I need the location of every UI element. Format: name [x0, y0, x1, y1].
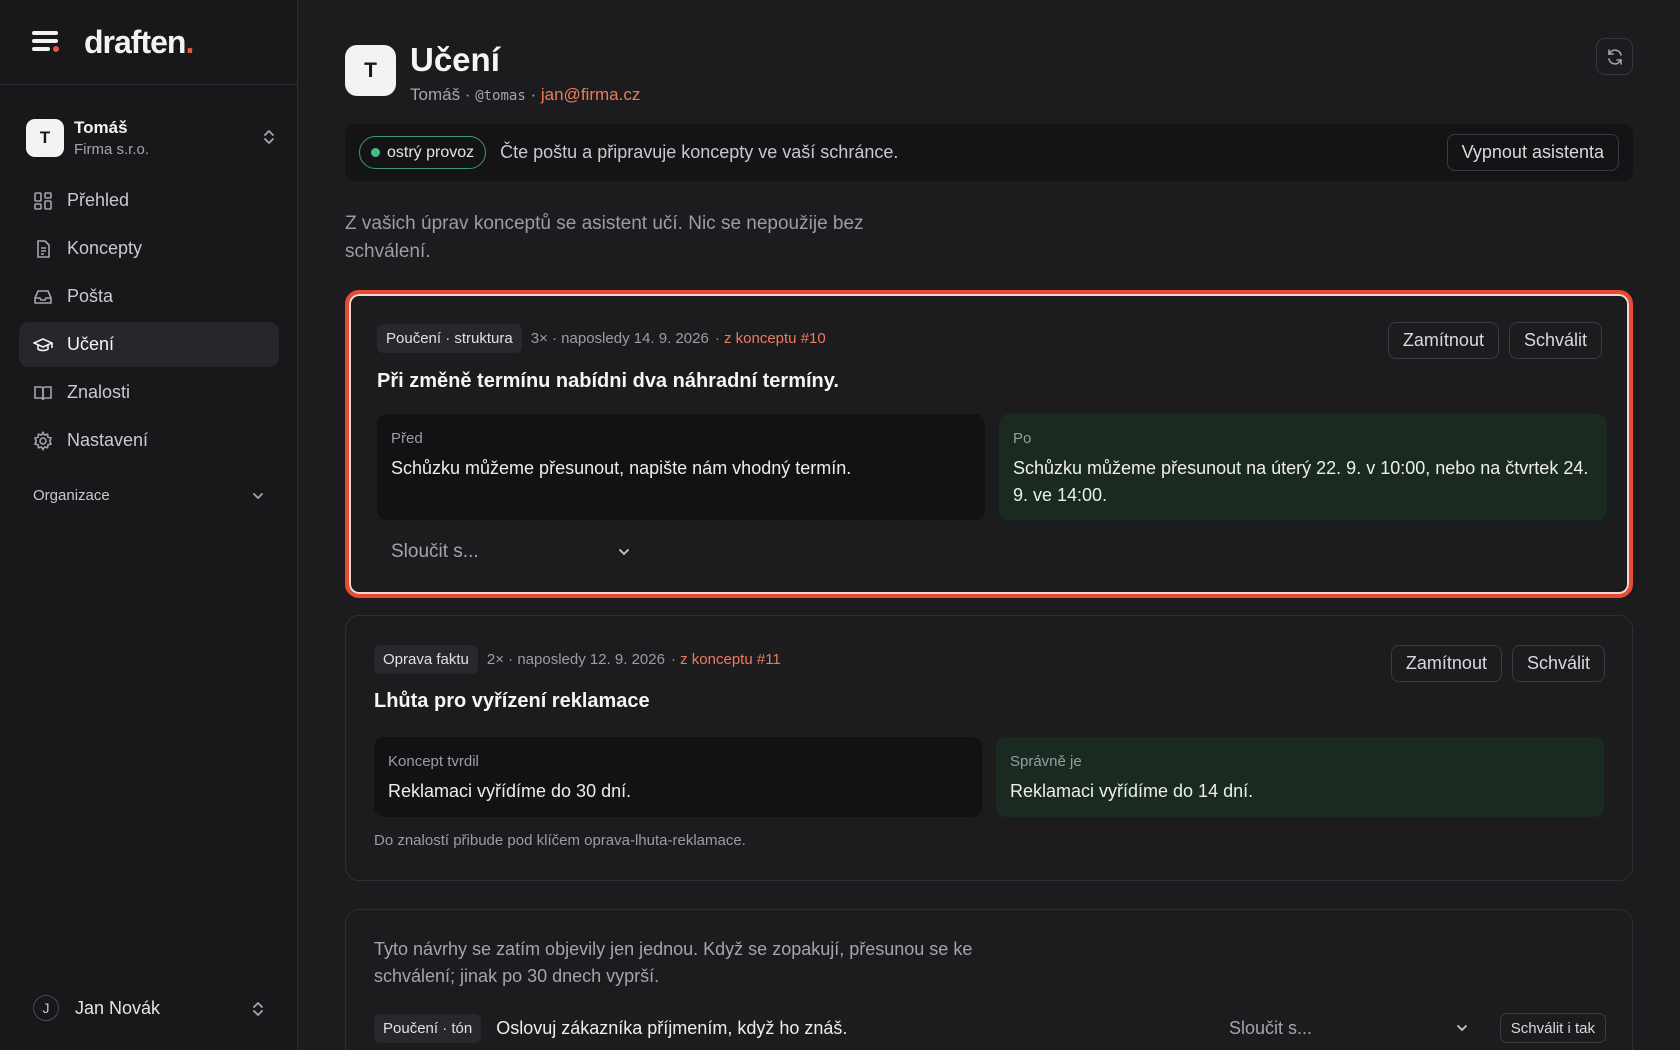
sidebar-item-label: Koncepty: [67, 238, 143, 258]
status-badge: ostrý provoz: [359, 136, 487, 169]
user-name: Jan Novák: [75, 997, 161, 1018]
sidebar-item-label: Učení: [67, 334, 115, 354]
before-label: Před: [391, 430, 423, 447]
org-company: Firma s.r.o.: [74, 141, 150, 158]
menu-icon[interactable]: [32, 31, 60, 53]
section-label: Organizace: [33, 487, 110, 504]
lesson-tag: Poučení · tón: [374, 1013, 482, 1043]
chevron-down-icon: [619, 549, 629, 556]
refresh-button[interactable]: [1596, 38, 1633, 75]
book-icon: [34, 385, 52, 400]
document-icon: [37, 239, 50, 258]
assistant-status-bar: ostrý provoz Čte poštu a připravuje konc…: [345, 124, 1633, 181]
separator: ·: [460, 85, 476, 104]
lesson-title: Při změně termínu nabídni dva náhradní t…: [377, 370, 839, 392]
knowledge-note: Do znalostí přibude pod klíčem oprava-lh…: [374, 832, 746, 849]
approve-button[interactable]: Schválit: [1508, 322, 1602, 359]
gear-icon: [33, 430, 53, 451]
source-draft-link[interactable]: · z konceptu #11: [671, 651, 781, 668]
page-title: Učení: [410, 41, 500, 78]
status-dot-icon: [371, 148, 380, 157]
separator: ·: [525, 85, 541, 104]
occurrence-count: 2×: [486, 651, 504, 668]
sidebar-item-koncepty[interactable]: Koncepty: [19, 226, 279, 271]
after-label: Po: [1013, 430, 1032, 447]
org-switcher[interactable]: T Tomáš Firma s.r.o.: [26, 115, 276, 161]
profile-name: Tomáš: [410, 85, 461, 104]
merge-select-value: Sloučit s...: [1229, 1017, 1313, 1038]
sidebar-item-label: Nastavení: [67, 430, 149, 450]
sidebar-item-znalosti[interactable]: Znalosti: [19, 370, 279, 415]
user-avatar: J: [33, 995, 59, 1021]
occurrence-count: 3×: [530, 330, 548, 347]
approve-anyway-button[interactable]: Schválit i tak: [1499, 1013, 1606, 1043]
sidebar-item-label: Pošta: [67, 286, 114, 306]
last-seen: · naposledy 12. 9. 2026: [508, 651, 665, 668]
after-label: Správně je: [1010, 753, 1082, 770]
sidebar-item-posta[interactable]: Pošta: [19, 274, 279, 319]
chevron-down-icon: [253, 492, 263, 499]
before-label: Koncept tvrdil: [388, 753, 479, 770]
sidebar-item-label: Znalosti: [67, 382, 131, 402]
before-box: Před Schůzku můžeme přesunout, napište n…: [377, 414, 985, 520]
profile-email-link[interactable]: jan@firma.cz: [541, 85, 640, 104]
before-text: Schůzku můžeme přesunout, napište nám vh…: [391, 458, 852, 478]
sidebar-header: draften.: [0, 0, 297, 85]
after-box: Po Schůzku můžeme přesunout na úterý 22.…: [999, 414, 1607, 520]
pending-proposals-card: Tyto návrhy se zatím objevily jen jednou…: [345, 909, 1633, 1050]
lesson-card: Poučení · struktura 3× · naposledy 14. 9…: [345, 290, 1633, 598]
pending-lesson-text: Oslovuj zákazníka příjmením, když ho zná…: [496, 1017, 848, 1038]
merge-select-value: Sloučit s...: [391, 541, 479, 562]
merge-select[interactable]: Sloučit s...: [1229, 1013, 1469, 1043]
lesson-card: Oprava faktu 2× · naposledy 12. 9. 2026 …: [345, 615, 1633, 881]
before-text: Reklamaci vyřídíme do 30 dní.: [388, 781, 632, 801]
pending-text: Tyto návrhy se zatím objevily jen jednou…: [374, 939, 973, 986]
page-header: T Učení Tomáš · @tomas · jan@firma.cz: [345, 41, 640, 105]
sidebar-item-label: Přehled: [67, 190, 130, 210]
chevron-updown-icon: [253, 1002, 263, 1016]
refresh-icon: [1607, 48, 1622, 65]
reject-button[interactable]: Zamítnout: [1390, 645, 1502, 682]
lesson-meta: Oprava faktu 2× · naposledy 12. 9. 2026 …: [374, 645, 781, 674]
merge-select[interactable]: Sloučit s...: [391, 537, 631, 567]
inbox-icon: [34, 289, 52, 304]
lesson-tag: Poučení · struktura: [377, 324, 522, 353]
user-menu[interactable]: J Jan Novák: [33, 994, 265, 1022]
lesson-meta: Poučení · struktura 3× · naposledy 14. 9…: [377, 324, 826, 353]
avatar: T: [345, 45, 396, 96]
org-avatar: T: [26, 119, 64, 157]
reject-button[interactable]: Zamítnout: [1387, 322, 1499, 359]
status-text: Čte poštu a připravuje koncepty ve vaší …: [500, 142, 899, 162]
before-box: Koncept tvrdil Reklamaci vyřídíme do 30 …: [374, 737, 982, 817]
last-seen: · naposledy 14. 9. 2026: [552, 330, 709, 347]
sidebar-item-nastaveni[interactable]: Nastavení: [19, 418, 279, 463]
sidebar-section-organizace[interactable]: Organizace: [33, 487, 265, 504]
approve-button[interactable]: Schválit: [1511, 645, 1605, 682]
sidebar: draften. T Tomáš Firma s.r.o. Přehled Ko…: [0, 0, 298, 1050]
after-text: Reklamaci vyřídíme do 14 dní.: [1010, 781, 1254, 801]
chevron-updown-icon: [264, 130, 274, 144]
lesson-title: Lhůta pro vyřízení reklamace: [374, 690, 650, 712]
after-text: Schůzku můžeme přesunout na úterý 22. 9.…: [1013, 458, 1589, 505]
lesson-tag: Oprava faktu: [374, 645, 478, 674]
page-subtitle: Tomáš · @tomas · jan@firma.cz: [410, 85, 640, 105]
disable-assistant-button[interactable]: Vypnout asistenta: [1446, 134, 1619, 171]
profile-handle: @tomas: [475, 88, 526, 104]
logo: draften.: [84, 23, 194, 60]
intro-text: Z vašich úprav konceptů se asistent učí.…: [345, 213, 864, 262]
after-box: Správně je Reklamaci vyřídíme do 14 dní.: [996, 737, 1604, 817]
source-draft-link[interactable]: · z konceptu #10: [715, 330, 826, 347]
chevron-down-icon: [1457, 1025, 1467, 1032]
sidebar-nav: Přehled Koncepty Pošta Učení Znalosti Na…: [19, 178, 279, 466]
graduation-cap-icon: [33, 337, 53, 351]
sidebar-item-uceni[interactable]: Učení: [19, 322, 279, 367]
org-name: Tomáš: [74, 118, 128, 137]
status-badge-label: ostrý provoz: [387, 143, 475, 161]
sidebar-item-prehled[interactable]: Přehled: [19, 178, 279, 223]
pending-item: Poučení · tón Oslovuj zákazníka příjmení…: [374, 1013, 1606, 1043]
grid-icon: [34, 191, 52, 210]
